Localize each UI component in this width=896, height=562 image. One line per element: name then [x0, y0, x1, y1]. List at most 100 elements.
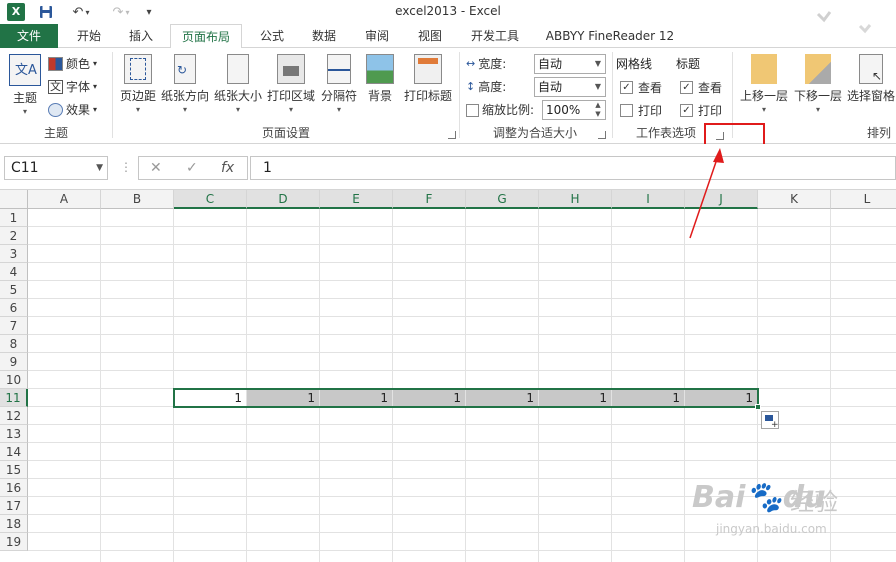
scale-to-fit-launcher-icon[interactable]	[598, 131, 606, 139]
formula-input[interactable]: 1	[250, 156, 896, 180]
more-icon: ⋮	[120, 160, 132, 174]
row-header-6[interactable]: 6	[0, 299, 28, 317]
column-header-l[interactable]: L	[831, 190, 896, 209]
tab-file[interactable]: 文件	[0, 24, 58, 48]
orientation-icon: ↻	[174, 54, 196, 84]
tab-view[interactable]: 视图	[410, 24, 450, 48]
print-titles-icon	[414, 54, 442, 84]
gridline	[28, 280, 896, 281]
column-header-k[interactable]: K	[758, 190, 831, 209]
column-header-b[interactable]: B	[101, 190, 174, 209]
svg-text:+: +	[771, 420, 778, 428]
gridline	[28, 298, 896, 299]
row-header-17[interactable]: 17	[0, 497, 28, 515]
selection-pane-button[interactable]: ↖ 选择窗格	[846, 54, 896, 104]
gridline	[28, 316, 896, 317]
row-header-15[interactable]: 15	[0, 461, 28, 479]
tab-abbyy[interactable]: ABBYY FineReader 12	[540, 24, 680, 48]
chevron-down-icon: ▼	[594, 59, 602, 68]
enter-icon[interactable]: ✓	[186, 160, 198, 176]
column-header-i[interactable]: I	[612, 190, 685, 209]
insert-function-icon[interactable]: fx	[221, 160, 234, 176]
row-header-2[interactable]: 2	[0, 227, 28, 245]
fill-handle[interactable]	[755, 404, 761, 410]
tab-home[interactable]: 开始	[68, 24, 110, 48]
row-header-5[interactable]: 5	[0, 281, 28, 299]
colors-button[interactable]: 颜色 ▾	[48, 54, 97, 74]
ribbon-tabs: 文件 开始 插入 页面布局 公式 数据 审阅 视图 开发工具 ABBYY Fin…	[0, 24, 896, 49]
check-icon: ✓	[680, 81, 693, 94]
row-header-3[interactable]: 3	[0, 245, 28, 263]
group-label-themes: 主题	[43, 126, 68, 140]
size-button[interactable]: 纸张大小 ▾	[212, 54, 264, 114]
gridline	[28, 352, 896, 353]
row-header-18[interactable]: 18	[0, 515, 28, 533]
select-all-corner[interactable]	[0, 190, 28, 209]
height-select[interactable]: 自动 ▼	[534, 77, 606, 97]
check-icon: ✓	[620, 81, 633, 94]
bring-forward-button[interactable]: 上移一层 ▾	[738, 54, 790, 114]
quick-analysis-icon[interactable]: +	[761, 411, 779, 430]
gridlines-print-checkbox[interactable]: 打印	[620, 102, 662, 119]
breaks-button[interactable]: 分隔符 ▾	[320, 54, 358, 114]
name-box[interactable]: C11 ▼	[4, 156, 108, 180]
tab-review[interactable]: 审阅	[357, 24, 397, 48]
send-backward-button[interactable]: 下移一层 ▾	[792, 54, 844, 114]
row-header-8[interactable]: 8	[0, 335, 28, 353]
gridline	[28, 442, 896, 443]
margins-button[interactable]: 页边距 ▾	[118, 54, 158, 114]
breaks-icon	[327, 54, 351, 84]
height-icon: ↕	[466, 80, 476, 93]
row-header-13[interactable]: 13	[0, 425, 28, 443]
window-title: excel2013 - Excel	[395, 4, 501, 18]
scale-spinner[interactable]: 100% ▲ ▼	[542, 100, 606, 120]
row-header-4[interactable]: 4	[0, 263, 28, 281]
paper-size-icon	[227, 54, 249, 84]
column-header-g[interactable]: G	[466, 190, 539, 209]
row-header-16[interactable]: 16	[0, 479, 28, 497]
row-header-19[interactable]: 19	[0, 533, 28, 551]
gridline	[28, 460, 896, 461]
themes-button[interactable]: 文A 主题 ▾	[6, 54, 44, 116]
row-header-7[interactable]: 7	[0, 317, 28, 335]
row-header-12[interactable]: 12	[0, 407, 28, 425]
headings-print-checkbox[interactable]: ✓ 打印	[680, 102, 722, 119]
decorative-birds-icon	[816, 11, 872, 34]
title-bar: X ↶ ▾ ↷ ▾ ▾ excel2013 - Excel	[0, 0, 896, 24]
cancel-icon[interactable]: ✕	[150, 160, 162, 176]
tab-developer[interactable]: 开发工具	[462, 24, 528, 48]
gridline	[28, 244, 896, 245]
page-setup-launcher-icon[interactable]	[448, 131, 456, 139]
row-header-1[interactable]: 1	[0, 209, 28, 227]
tab-data[interactable]: 数据	[304, 24, 344, 48]
width-icon: ↔	[466, 57, 476, 70]
red-arrow-icon	[689, 148, 724, 239]
column-header-f[interactable]: F	[393, 190, 466, 209]
column-header-h[interactable]: H	[539, 190, 612, 209]
orientation-button[interactable]: ↻ 纸张方向 ▾	[160, 54, 210, 114]
column-header-c[interactable]: C	[174, 190, 247, 209]
width-select[interactable]: 自动 ▼	[534, 54, 606, 74]
row-header-10[interactable]: 10	[0, 371, 28, 389]
print-titles-button[interactable]: 打印标题	[402, 54, 454, 104]
tab-insert[interactable]: 插入	[120, 24, 162, 48]
tab-page-layout[interactable]: 页面布局	[170, 24, 242, 49]
column-header-a[interactable]: A	[28, 190, 101, 209]
spinner-arrows-icon[interactable]: ▲ ▼	[591, 101, 605, 119]
group-label-arrange: 排列	[866, 126, 891, 140]
print-area-icon	[277, 54, 305, 84]
row-header-9[interactable]: 9	[0, 353, 28, 371]
headings-view-checkbox[interactable]: ✓ 查看	[680, 79, 722, 96]
column-header-e[interactable]: E	[320, 190, 393, 209]
row-header-14[interactable]: 14	[0, 443, 28, 461]
print-area-button[interactable]: 打印区域 ▾	[266, 54, 316, 114]
height-label: ↕ 高度:	[466, 77, 506, 97]
row-header-11[interactable]: 11	[0, 389, 28, 407]
fonts-button[interactable]: 文 字体 ▾	[48, 77, 97, 97]
tab-formulas[interactable]: 公式	[252, 24, 292, 48]
effects-button[interactable]: 效果 ▾	[48, 100, 97, 120]
background-button[interactable]: 背景	[364, 54, 396, 104]
column-header-d[interactable]: D	[247, 190, 320, 209]
check-icon: ✓	[680, 104, 693, 117]
gridlines-view-checkbox[interactable]: ✓ 查看	[620, 79, 662, 96]
